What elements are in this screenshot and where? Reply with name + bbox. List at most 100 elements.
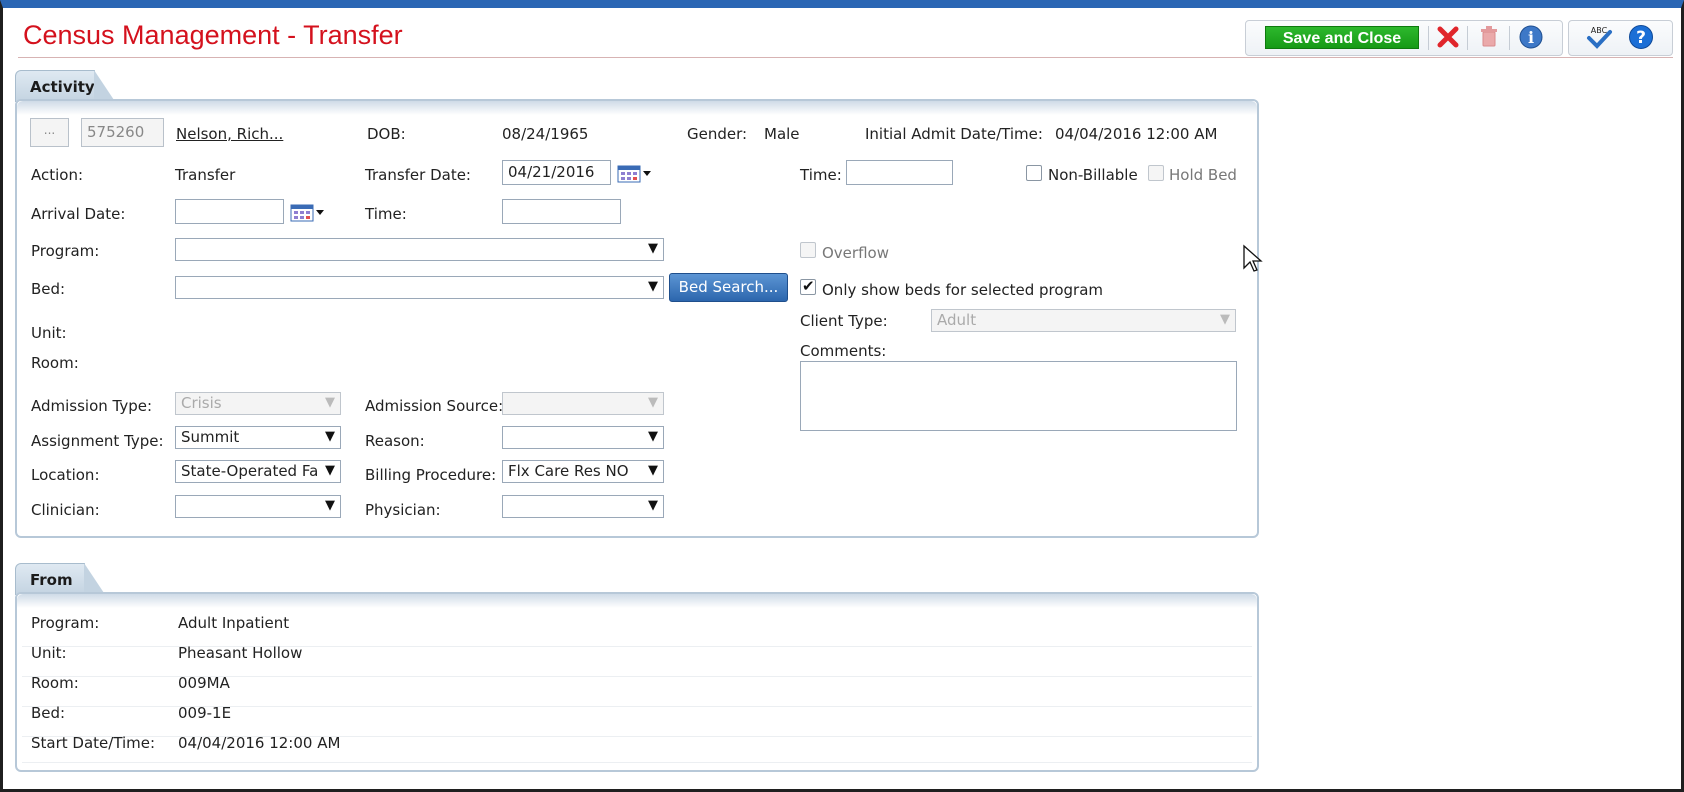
reason-label: Reason: bbox=[365, 432, 425, 450]
admission-type-label: Admission Type: bbox=[31, 397, 153, 415]
time-label: Time: bbox=[800, 166, 842, 184]
time-input[interactable] bbox=[846, 160, 953, 185]
overflow-checkbox[interactable] bbox=[800, 242, 816, 258]
assignment-type-select[interactable]: Summit ▼ bbox=[175, 426, 341, 449]
non-billable-checkbox[interactable] bbox=[1026, 165, 1042, 181]
location-label: Location: bbox=[31, 466, 100, 484]
client-id-field: 575260 bbox=[81, 118, 164, 147]
dob-value: 08/24/1965 bbox=[502, 125, 589, 143]
svg-text:i: i bbox=[1528, 28, 1534, 47]
calendar-icon[interactable] bbox=[617, 164, 653, 184]
location-value: State-Operated Facility bbox=[181, 462, 317, 480]
arrival-date-label: Arrival Date: bbox=[31, 205, 126, 223]
title-divider bbox=[18, 57, 1673, 58]
billing-procedure-value: Flx Care Res NO bbox=[508, 462, 629, 480]
chevron-down-icon: ▼ bbox=[1220, 312, 1230, 327]
action-value: Transfer bbox=[175, 166, 236, 184]
clinician-select[interactable]: ▼ bbox=[175, 495, 341, 518]
hold-bed-label: Hold Bed bbox=[1169, 166, 1237, 184]
chevron-down-icon: ▼ bbox=[648, 395, 658, 410]
program-label: Program: bbox=[31, 242, 100, 260]
location-select[interactable]: State-Operated Facility ▼ bbox=[175, 460, 341, 483]
chevron-down-icon: ▼ bbox=[325, 463, 335, 478]
chevron-down-icon: ▼ bbox=[325, 498, 335, 513]
close-icon[interactable] bbox=[1435, 24, 1461, 50]
action-label: Action: bbox=[31, 166, 84, 184]
assignment-type-label: Assignment Type: bbox=[31, 432, 164, 450]
bed-search-button[interactable]: Bed Search... bbox=[669, 273, 788, 302]
client-name-link[interactable]: Nelson, Rich... bbox=[176, 125, 283, 143]
dob-label: DOB: bbox=[367, 125, 406, 143]
assignment-type-value: Summit bbox=[181, 428, 240, 446]
info-icon[interactable]: i bbox=[1518, 24, 1544, 50]
save-and-close-button[interactable]: Save and Close bbox=[1265, 26, 1419, 49]
from-row-label: Program: bbox=[31, 614, 100, 632]
arrival-time-input[interactable] bbox=[502, 199, 621, 224]
svg-text:?: ? bbox=[1636, 28, 1646, 48]
gender-label: Gender: bbox=[687, 125, 748, 143]
physician-label: Physician: bbox=[365, 501, 441, 519]
from-row-value: 009MA bbox=[178, 674, 230, 692]
physician-select[interactable]: ▼ bbox=[502, 495, 664, 518]
client-lookup-button[interactable]: ... bbox=[30, 118, 69, 147]
chevron-down-icon: ▼ bbox=[325, 429, 335, 444]
arrival-time-label: Time: bbox=[365, 205, 407, 223]
client-type-value: Adult bbox=[937, 311, 977, 329]
comments-label: Comments: bbox=[800, 342, 887, 360]
trash-icon[interactable] bbox=[1476, 24, 1502, 50]
mouse-cursor-icon bbox=[1243, 244, 1263, 272]
from-row-value: 009-1E bbox=[178, 704, 232, 722]
from-row-label: Room: bbox=[31, 674, 79, 692]
client-type-label: Client Type: bbox=[800, 312, 888, 330]
bed-select[interactable]: ▼ bbox=[175, 276, 664, 299]
admission-source-select[interactable]: ▼ bbox=[502, 392, 664, 415]
arrival-date-input[interactable] bbox=[175, 199, 284, 224]
chevron-down-icon: ▼ bbox=[648, 498, 658, 513]
initial-admit-value: 04/04/2016 12:00 AM bbox=[1055, 125, 1218, 143]
tab-from[interactable]: From bbox=[15, 563, 106, 596]
gender-value: Male bbox=[764, 125, 800, 143]
admission-type-select[interactable]: Crisis ▼ bbox=[175, 392, 341, 415]
panel-header-gradient bbox=[17, 594, 1257, 608]
panel-header-gradient bbox=[17, 101, 1257, 115]
transfer-date-input[interactable]: 04/21/2016 bbox=[502, 160, 611, 185]
from-row-value: Pheasant Hollow bbox=[178, 644, 303, 662]
comments-textarea[interactable] bbox=[800, 361, 1237, 431]
only-show-beds-label: Only show beds for selected program bbox=[822, 281, 1104, 299]
hold-bed-checkbox[interactable] bbox=[1148, 165, 1164, 181]
toolbar-separator bbox=[1509, 26, 1510, 50]
program-select[interactable]: ▼ bbox=[175, 238, 664, 261]
overflow-label: Overflow bbox=[822, 244, 889, 262]
client-type-select[interactable]: Adult ▼ bbox=[931, 309, 1236, 332]
bed-label: Bed: bbox=[31, 280, 66, 298]
admission-type-value: Crisis bbox=[181, 394, 222, 412]
toolbar-separator bbox=[1467, 26, 1468, 50]
initial-admit-label: Initial Admit Date/Time: bbox=[865, 125, 1043, 143]
clinician-label: Clinician: bbox=[31, 501, 100, 519]
unit-label: Unit: bbox=[31, 324, 67, 342]
reason-select[interactable]: ▼ bbox=[502, 426, 664, 449]
calendar-icon[interactable] bbox=[290, 203, 326, 223]
chevron-down-icon: ▼ bbox=[648, 463, 658, 478]
transfer-date-label: Transfer Date: bbox=[365, 166, 471, 184]
chevron-down-icon: ▼ bbox=[648, 429, 658, 444]
svg-text:ABC: ABC bbox=[1591, 26, 1608, 35]
from-row-value: Adult Inpatient bbox=[178, 614, 290, 632]
from-row-label: Bed: bbox=[31, 704, 66, 722]
help-icon[interactable]: ? bbox=[1628, 24, 1654, 50]
from-row-label: Unit: bbox=[31, 644, 67, 662]
billing-procedure-label: Billing Procedure: bbox=[365, 466, 497, 484]
billing-procedure-select[interactable]: Flx Care Res NO ▼ bbox=[502, 460, 664, 483]
non-billable-label: Non-Billable bbox=[1048, 166, 1138, 184]
admission-source-label: Admission Source: bbox=[365, 397, 504, 415]
only-show-beds-checkbox[interactable] bbox=[800, 277, 816, 295]
page-title: Census Management - Transfer bbox=[23, 20, 403, 50]
chevron-down-icon: ▼ bbox=[648, 279, 658, 294]
spellcheck-icon[interactable]: ABC bbox=[1584, 24, 1614, 50]
tab-activity[interactable]: Activity bbox=[15, 70, 116, 103]
row-divider bbox=[22, 762, 1252, 763]
from-row-label: Start Date/Time: bbox=[31, 734, 156, 752]
from-row-value: 04/04/2016 12:00 AM bbox=[178, 734, 341, 752]
chevron-down-icon: ▼ bbox=[648, 241, 658, 256]
room-label: Room: bbox=[31, 354, 79, 372]
